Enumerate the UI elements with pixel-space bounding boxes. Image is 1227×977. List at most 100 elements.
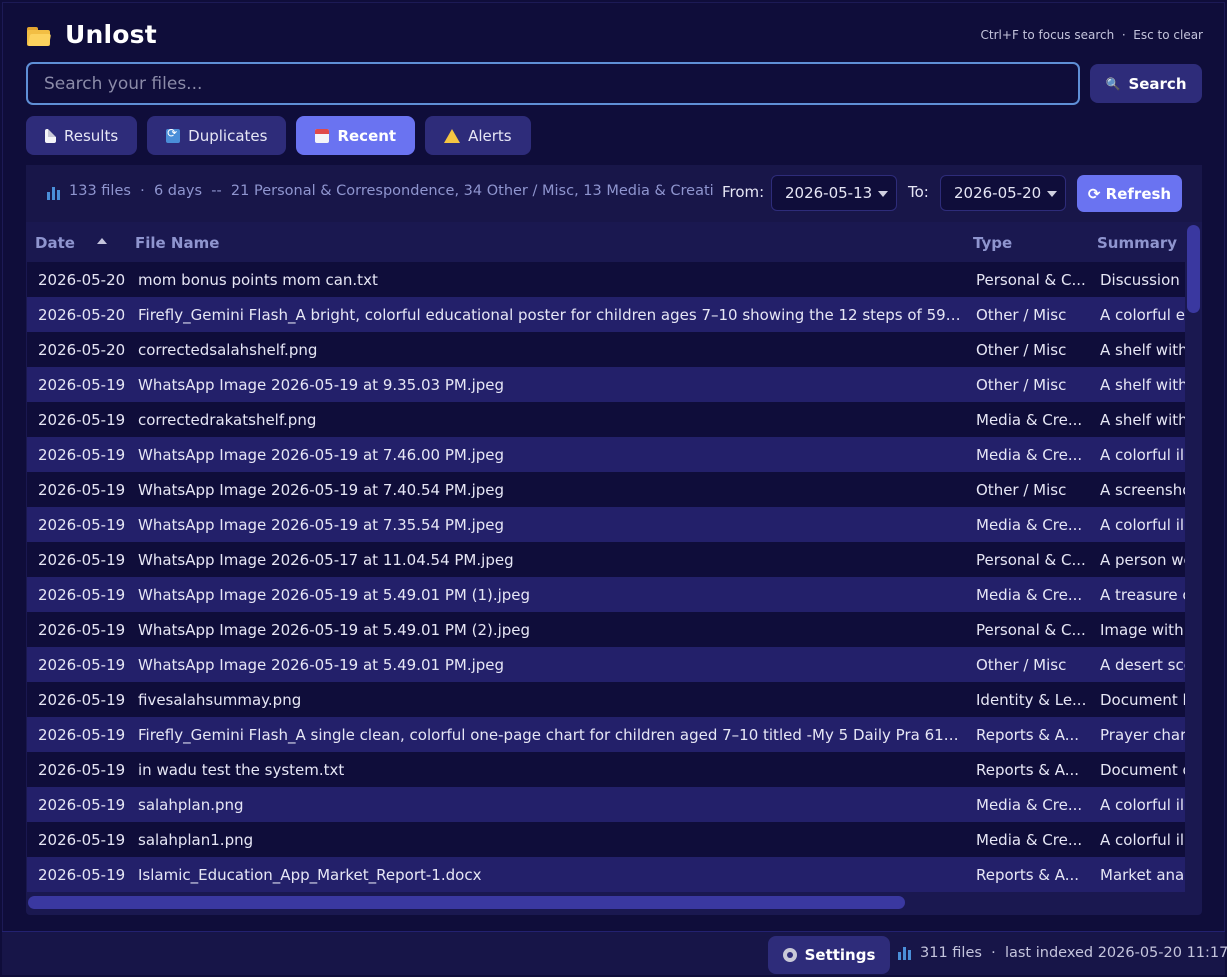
cell-date: 2026-05-19 xyxy=(38,375,126,394)
tab-results-label: Results xyxy=(64,126,119,145)
cell-file-name: WhatsApp Image 2026-05-17 at 11.04.54 PM… xyxy=(138,550,514,569)
cell-date: 2026-05-20 xyxy=(38,305,126,324)
to-date-select[interactable]: 2026-05-20 xyxy=(940,175,1066,211)
cell-date: 2026-05-19 xyxy=(38,550,126,569)
search-button[interactable]: 🔍 Search xyxy=(1090,64,1202,103)
cell-summary: Prayer chart xyxy=(1100,725,1185,744)
cell-summary: A colorful illu xyxy=(1100,445,1185,464)
cell-date: 2026-05-19 xyxy=(38,620,126,639)
column-label: Date xyxy=(35,233,75,252)
tab-alerts[interactable]: Alerts xyxy=(425,116,531,155)
from-label: From: xyxy=(722,183,765,201)
cell-date: 2026-05-19 xyxy=(38,480,126,499)
bar-chart-icon xyxy=(898,946,912,960)
table-row[interactable]: 2026-05-20 correctedsalahshelf.png Other /… xyxy=(27,332,1185,367)
table-row[interactable]: 2026-05-19 WhatsApp Image 2026-05-19 at 5… xyxy=(27,612,1185,647)
column-header-type[interactable]: Type xyxy=(965,223,1089,262)
cell-type: Media & Cre... xyxy=(976,830,1083,849)
search-button-label: Search xyxy=(1128,74,1187,93)
table-row[interactable]: 2026-05-19 Islamic_Education_App_Market_R… xyxy=(27,857,1185,892)
settings-button[interactable]: Settings xyxy=(768,936,890,974)
cell-file-name: WhatsApp Image 2026-05-19 at 5.49.01 PM … xyxy=(138,585,531,604)
chevron-down-icon xyxy=(1047,191,1057,197)
horizontal-scroll-thumb[interactable] xyxy=(28,896,905,909)
cell-date: 2026-05-19 xyxy=(38,760,126,779)
cell-date: 2026-05-19 xyxy=(38,830,126,849)
column-header-summary[interactable]: Summary xyxy=(1089,223,1185,262)
cell-type: Reports & A... xyxy=(976,725,1080,744)
table-row[interactable]: 2026-05-19 correctedrakatshelf.png Media &… xyxy=(27,402,1185,437)
cell-date: 2026-05-19 xyxy=(38,515,126,534)
cell-type: Media & Cre... xyxy=(976,445,1083,464)
table-row[interactable]: 2026-05-19 fivesalahsummay.png Identity & … xyxy=(27,682,1185,717)
column-header-date[interactable]: Date xyxy=(27,223,127,262)
settings-label: Settings xyxy=(804,946,876,964)
cell-type: Other / Misc xyxy=(976,340,1067,359)
page-icon xyxy=(45,128,56,143)
table-row[interactable]: 2026-05-19 in wadu test the system.txt Rep… xyxy=(27,752,1185,787)
cell-file-name: WhatsApp Image 2026-05-19 at 7.46.00 PM.… xyxy=(138,445,505,464)
cell-summary: A screenshot xyxy=(1100,480,1185,499)
cell-summary: A treasure ch xyxy=(1100,585,1185,604)
table-row[interactable]: 2026-05-19 WhatsApp Image 2026-05-19 at 5… xyxy=(27,647,1185,682)
table-row[interactable]: 2026-05-20 mom bonus points mom can.txt Pe… xyxy=(27,262,1185,297)
search-input[interactable] xyxy=(26,62,1080,105)
from-date-select[interactable]: 2026-05-13 xyxy=(771,175,897,211)
table-row[interactable]: 2026-05-19 salahplan1.png Media & Cre... A … xyxy=(27,822,1185,857)
table-row[interactable]: 2026-05-19 WhatsApp Image 2026-05-19 at 7… xyxy=(27,507,1185,542)
shortcut-hint: Ctrl+F to focus search · Esc to clear xyxy=(980,28,1203,42)
sort-ascending-icon xyxy=(96,238,107,244)
cell-type: Reports & A... xyxy=(976,865,1080,884)
table-row[interactable]: 2026-05-19 Firefly_Gemini Flash_A single … xyxy=(27,717,1185,752)
cell-type: Personal & C... xyxy=(976,550,1086,569)
table-row[interactable]: 2026-05-19 salahplan.png Media & Cre... A c… xyxy=(27,787,1185,822)
cell-type: Media & Cre... xyxy=(976,410,1083,429)
cell-summary: A shelf with xyxy=(1100,410,1185,429)
cell-summary: A colorful illu xyxy=(1100,830,1185,849)
to-date-value: 2026-05-20 xyxy=(954,184,1042,202)
cell-file-name: Firefly_Gemini Flash_A bright, colorful … xyxy=(138,305,965,324)
table-header: Date File Name Type Summary xyxy=(27,223,1185,262)
refresh-icon xyxy=(166,126,181,143)
cell-file-name: WhatsApp Image 2026-05-19 at 7.35.54 PM.… xyxy=(138,515,505,534)
cell-file-name: fivesalahsummay.png xyxy=(138,690,302,709)
gear-icon xyxy=(782,948,797,962)
cell-type: Personal & C... xyxy=(976,270,1086,289)
tab-results[interactable]: Results xyxy=(26,116,138,155)
table-row[interactable]: 2026-05-19 WhatsApp Image 2026-05-19 at 9… xyxy=(27,367,1185,402)
table-row[interactable]: 2026-05-19 WhatsApp Image 2026-05-19 at 7… xyxy=(27,437,1185,472)
cell-summary: A desert sce xyxy=(1100,655,1185,674)
tab-duplicates[interactable]: Duplicates xyxy=(147,116,287,155)
from-date-value: 2026-05-13 xyxy=(785,184,873,202)
cell-summary: A colorful illu xyxy=(1100,795,1185,814)
table-row[interactable]: 2026-05-19 WhatsApp Image 2026-05-19 at 5… xyxy=(27,577,1185,612)
cell-file-name: in wadu test the system.txt xyxy=(138,760,345,779)
table-row[interactable]: 2026-05-20 Firefly_Gemini Flash_A bright,… xyxy=(27,297,1185,332)
cell-type: Media & Cre... xyxy=(976,585,1083,604)
table-row[interactable]: 2026-05-19 WhatsApp Image 2026-05-19 at 7… xyxy=(27,472,1185,507)
cell-date: 2026-05-19 xyxy=(38,585,126,604)
cell-date: 2026-05-19 xyxy=(38,655,126,674)
cell-file-name: salahplan1.png xyxy=(138,830,254,849)
cell-file-name: correctedrakatshelf.png xyxy=(138,410,317,429)
cell-summary: Discussion o xyxy=(1100,270,1185,289)
refresh-button[interactable]: ⟳ Refresh xyxy=(1077,175,1182,212)
cell-summary: A colorful ed xyxy=(1100,305,1185,324)
column-header-file-name[interactable]: File Name xyxy=(127,223,965,262)
index-status: 311 files · last indexed 2026-05-20 11:1… xyxy=(898,945,1227,961)
cell-type: Reports & A... xyxy=(976,760,1080,779)
cell-summary: Document o xyxy=(1100,760,1185,779)
vertical-scroll-thumb[interactable] xyxy=(1187,225,1200,313)
cell-file-name: WhatsApp Image 2026-05-19 at 5.49.01 PM.… xyxy=(138,655,505,674)
folder-icon xyxy=(26,24,52,46)
tab-recent[interactable]: Recent xyxy=(296,116,416,155)
cell-date: 2026-05-19 xyxy=(38,445,126,464)
cell-date: 2026-05-20 xyxy=(38,340,126,359)
cell-type: Other / Misc xyxy=(976,655,1067,674)
vertical-scrollbar[interactable] xyxy=(1187,223,1202,893)
to-label: To: xyxy=(908,183,929,201)
table-row[interactable]: 2026-05-19 WhatsApp Image 2026-05-17 at 1… xyxy=(27,542,1185,577)
bar-chart-icon xyxy=(47,186,61,200)
refresh-button-label: ⟳ Refresh xyxy=(1087,184,1172,203)
cell-file-name: Firefly_Gemini Flash_A single clean, col… xyxy=(138,725,965,744)
